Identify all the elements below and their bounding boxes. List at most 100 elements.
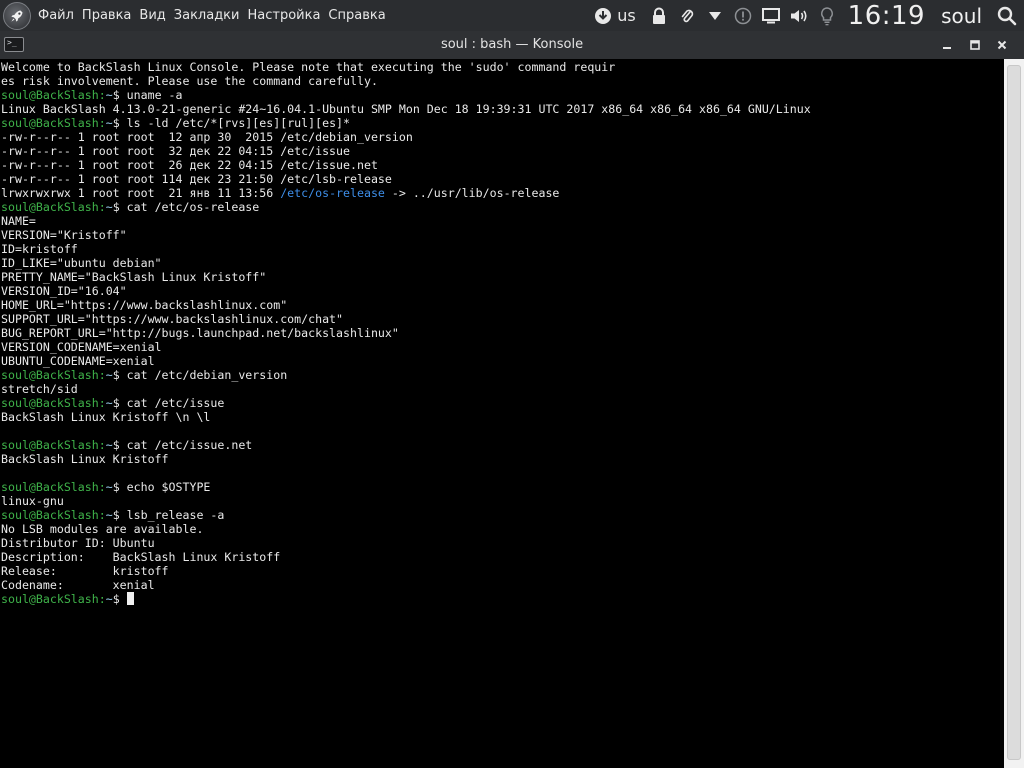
- terminal-output-line: Release: kristoff: [1, 564, 169, 578]
- shell-prompt-sign: $: [112, 592, 120, 606]
- terminal-command-line: soul@BackSlash:~$ uname -a: [1, 88, 811, 102]
- terminal-output-line: BackSlash Linux Kristoff \n \l: [1, 410, 211, 424]
- menu-settings[interactable]: Настройка: [247, 8, 320, 23]
- terminal-output-line: Distributor ID: Ubuntu: [1, 536, 155, 550]
- terminal-output-line: -rw-r--r-- 1 root root 114 дек 23 21:50 …: [1, 172, 392, 186]
- command-text: cat /etc/issue.net: [119, 438, 253, 452]
- terminal-command-line: soul@BackSlash:~$ lsb_release -a: [1, 508, 811, 522]
- shell-prompt: soul@BackSlash:: [1, 88, 106, 102]
- shell-prompt: soul@BackSlash:: [1, 368, 106, 382]
- terminal-output-line: SUPPORT_URL="https://www.backslashlinux.…: [1, 312, 344, 326]
- terminal-output-line: -rw-r--r-- 1 root root 32 дек 22 04:15 /…: [1, 144, 351, 158]
- rocket-icon[interactable]: [3, 1, 31, 30]
- command-text: echo $OSTYPE: [119, 480, 211, 494]
- maximize-button[interactable]: [966, 36, 984, 54]
- terminal-output[interactable]: Welcome to BackSlash Linux Console. Plea…: [1, 60, 811, 606]
- top-panel: Файл Правка Вид Закладки Настройка Справ…: [0, 0, 1024, 31]
- terminal-output-line: Codename: xenial: [1, 578, 155, 592]
- terminal-command-line: soul@BackSlash:~$ cat /etc/debian_versio…: [1, 368, 811, 382]
- terminal-output-line: NAME=: [1, 214, 36, 228]
- command-text: [120, 592, 127, 606]
- terminal-output-line: -rw-r--r-- 1 root root 26 дек 22 04:15 /…: [1, 158, 378, 172]
- window-title: soul : bash — Konsole: [440, 37, 584, 52]
- shell-prompt-sign: $: [112, 368, 120, 382]
- keyboard-layout[interactable]: us: [617, 6, 635, 25]
- terminal-output-line: BackSlash Linux Kristoff: [1, 452, 169, 466]
- terminal-output-line: stretch/sid: [1, 382, 78, 396]
- menu-bookmarks[interactable]: Закладки: [174, 8, 240, 23]
- terminal-output-line: ID_LIKE="ubuntu debian": [1, 256, 162, 270]
- shell-prompt-sign: $: [112, 88, 120, 102]
- command-text: cat /etc/debian_version: [119, 368, 288, 382]
- shell-prompt-dir: ~: [105, 592, 113, 606]
- shell-prompt-dir: ~: [105, 200, 113, 214]
- volume-icon[interactable]: [788, 5, 810, 27]
- notification-icon[interactable]: [732, 5, 754, 27]
- terminal-output-line: Linux BackSlash 4.13.0-21-generic #24~16…: [1, 102, 811, 116]
- shell-prompt-dir: ~: [105, 480, 113, 494]
- terminal-output-line: Welcome to BackSlash Linux Console. Plea…: [1, 60, 616, 74]
- system-tray: us 16:19 soul: [586, 0, 1024, 31]
- shell-prompt: soul@BackSlash:: [1, 200, 106, 214]
- menu-help[interactable]: Справка: [328, 8, 385, 23]
- menu-view[interactable]: Вид: [139, 8, 165, 23]
- shell-prompt: soul@BackSlash:: [1, 116, 106, 130]
- menu-file[interactable]: Файл: [38, 8, 74, 23]
- terminal-scrollbar[interactable]: [1004, 59, 1024, 768]
- output-text: lrwxrwxrwx 1 root root 21 янв 11 13:56: [1, 186, 281, 200]
- shell-prompt-sign: $: [112, 508, 120, 522]
- shell-prompt: soul@BackSlash:: [1, 396, 106, 410]
- terminal-command-line: soul@BackSlash:~$ cat /etc/issue.net: [1, 438, 811, 452]
- app-menu: Файл Правка Вид Закладки Настройка Справ…: [38, 8, 394, 23]
- terminal-command-line: soul@BackSlash:~$: [1, 592, 811, 606]
- terminal-output-line: VERSION_ID="16.04": [1, 284, 127, 298]
- command-text: uname -a: [119, 88, 183, 102]
- command-text: ls -ld /etc/*[rvs][es][rul][es]*: [119, 116, 351, 130]
- terminal-output-line: VERSION="Kristoff": [1, 228, 127, 242]
- minimize-button[interactable]: [938, 36, 956, 54]
- terminal-output-line: No LSB modules are available.: [1, 522, 204, 536]
- shell-prompt: soul@BackSlash:: [1, 438, 106, 452]
- display-icon[interactable]: [760, 5, 782, 27]
- shell-prompt-dir: ~: [105, 438, 113, 452]
- terminal-output-line: VERSION_CODENAME=xenial: [1, 340, 162, 354]
- command-text: cat /etc/issue: [119, 396, 225, 410]
- shell-prompt-dir: ~: [105, 88, 113, 102]
- terminal-output-line: BUG_REPORT_URL="http://bugs.launchpad.ne…: [1, 326, 399, 340]
- lightbulb-icon[interactable]: [816, 5, 838, 27]
- chevron-down-icon[interactable]: [704, 5, 726, 27]
- lock-icon[interactable]: [648, 5, 670, 27]
- close-button[interactable]: [993, 36, 1011, 54]
- terminal-command-line: soul@BackSlash:~$ ls -ld /etc/*[rvs][es]…: [1, 116, 811, 130]
- terminal-command-line: soul@BackSlash:~$ cat /etc/issue: [1, 396, 811, 410]
- shell-prompt-sign: $: [112, 438, 120, 452]
- terminal-output-line: PRETTY_NAME="BackSlash Linux Kristoff": [1, 270, 267, 284]
- shell-prompt-dir: ~: [105, 116, 113, 130]
- terminal-output-line: -rw-r--r-- 1 root root 12 апр 30 2015 /e…: [1, 130, 413, 144]
- shell-prompt: soul@BackSlash:: [1, 508, 106, 522]
- shell-prompt-dir: ~: [105, 396, 113, 410]
- shell-prompt: soul@BackSlash:: [1, 592, 106, 606]
- download-icon[interactable]: [592, 5, 614, 27]
- terminal-output-line: es risk involvement. Please use the comm…: [1, 74, 378, 88]
- symlink-target: -> ../usr/lib/os-release: [384, 186, 560, 200]
- scrollbar-thumb[interactable]: [1007, 65, 1021, 760]
- shell-prompt-sign: $: [112, 396, 120, 410]
- command-text: cat /etc/os-release: [119, 200, 260, 214]
- shell-prompt-sign: $: [112, 480, 120, 494]
- user-name[interactable]: soul: [941, 4, 982, 28]
- terminal-command-line: soul@BackSlash:~$ cat /etc/os-release: [1, 200, 811, 214]
- shell-prompt-dir: ~: [105, 508, 113, 522]
- shell-prompt: soul@BackSlash:: [1, 480, 106, 494]
- paperclip-icon[interactable]: [676, 5, 698, 27]
- menu-edit[interactable]: Правка: [82, 8, 131, 23]
- search-icon[interactable]: [996, 5, 1018, 27]
- window-titlebar[interactable]: >_ soul : bash — Konsole: [0, 31, 1024, 59]
- terminal-cursor: [126, 592, 134, 605]
- clock[interactable]: 16:19: [848, 1, 925, 31]
- command-text: lsb_release -a: [119, 508, 225, 522]
- shell-prompt-dir: ~: [105, 368, 113, 382]
- terminal-output-line: ID=kristoff: [1, 242, 78, 256]
- terminal-output-line: linux-gnu: [1, 494, 64, 508]
